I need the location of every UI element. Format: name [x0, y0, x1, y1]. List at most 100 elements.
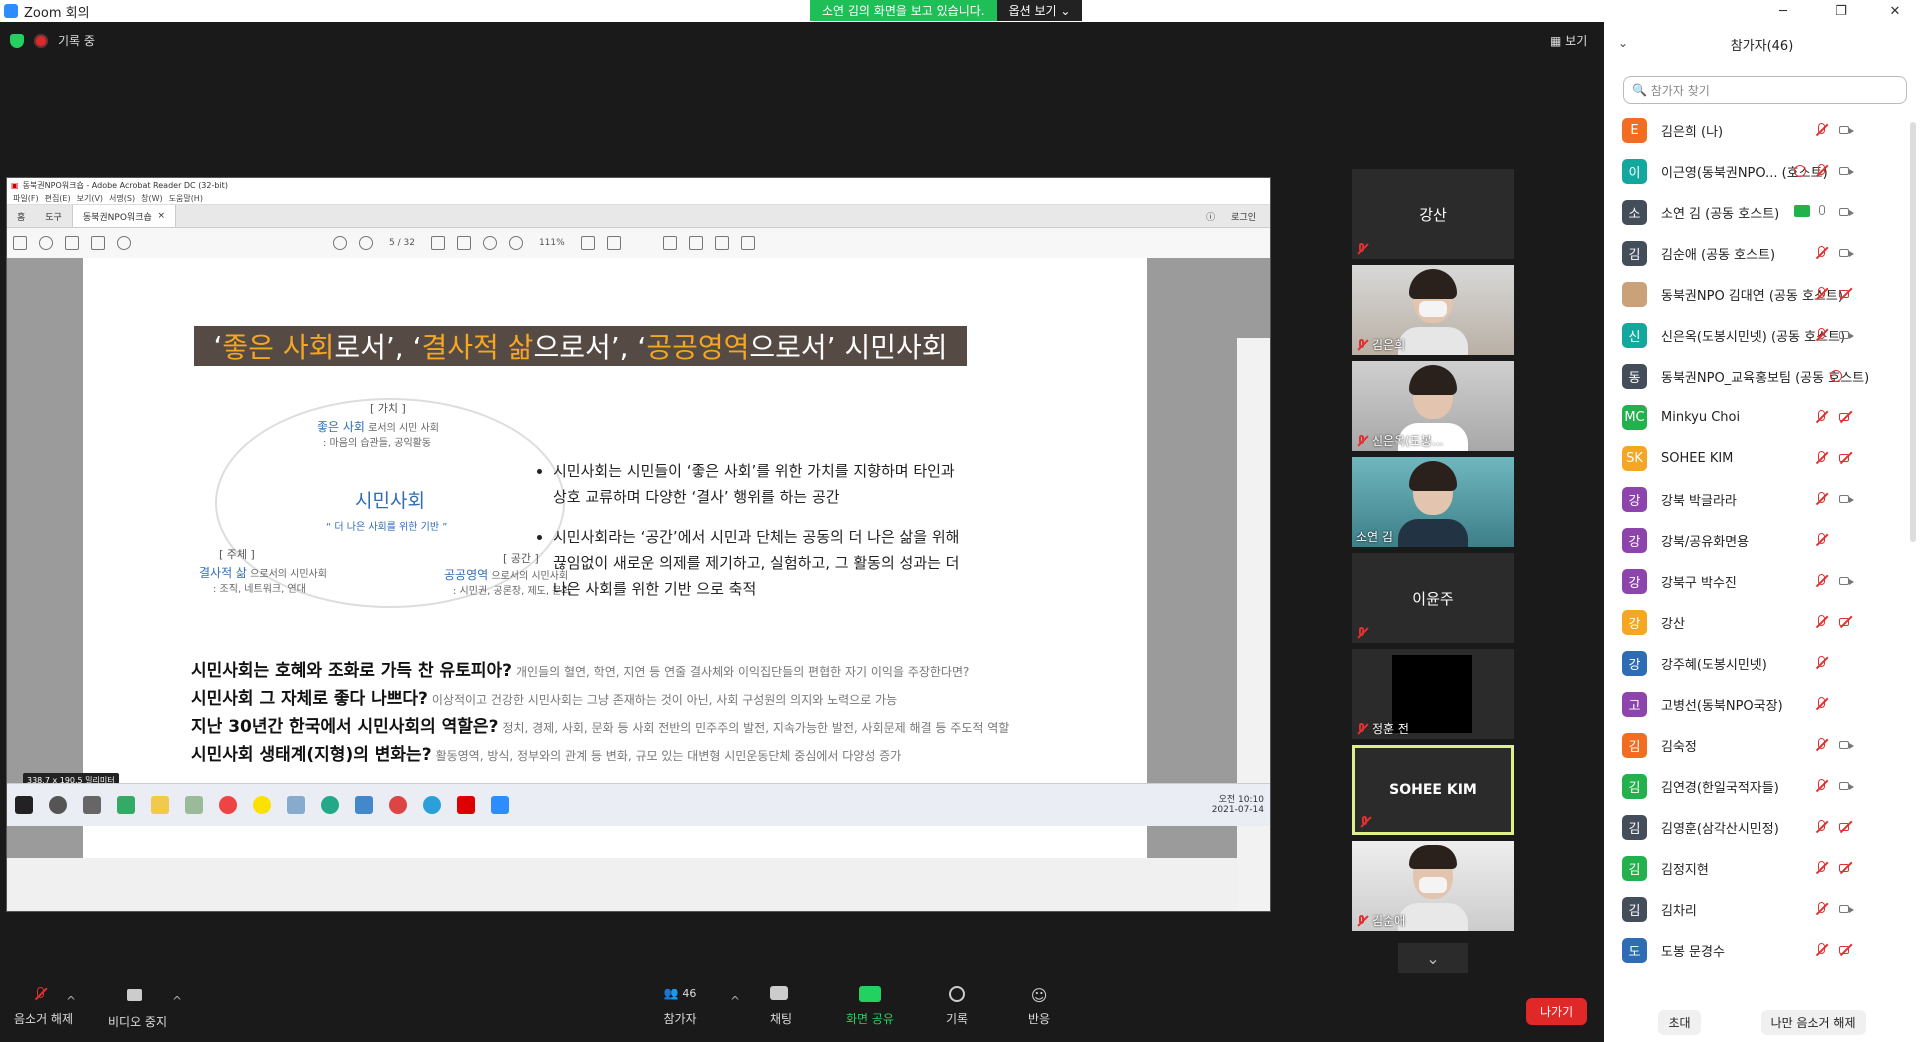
video-options-caret[interactable]: ^	[172, 994, 182, 1008]
video-off-icon[interactable]	[1838, 286, 1854, 302]
video-tile[interactable]: 강산	[1352, 169, 1514, 259]
page-up-icon[interactable]	[333, 236, 347, 250]
participant-row[interactable]: 김 김정지현	[1604, 848, 1920, 889]
participant-row[interactable]: 소 소연 김 (공동 호스트)	[1604, 192, 1920, 233]
acrobat-icon[interactable]	[457, 796, 475, 814]
muted-mic-icon[interactable]	[1814, 819, 1830, 835]
tab-document[interactable]: 동북권NPO워크숍 ×	[71, 205, 177, 227]
muted-mic-icon[interactable]	[1814, 696, 1830, 712]
video-tile[interactable]: 신은옥(도봉...	[1352, 361, 1514, 451]
video-tile[interactable]: 김순애	[1352, 841, 1514, 931]
windows-start-icon[interactable]	[15, 796, 33, 814]
maximize-button[interactable]: ❐	[1818, 0, 1864, 22]
muted-mic-icon[interactable]	[1814, 737, 1830, 753]
mail-icon[interactable]	[91, 236, 105, 250]
participant-row[interactable]: 신 신은옥(도봉시민넷) (공동 호스트)	[1604, 315, 1920, 356]
chat-button[interactable]: 채팅	[770, 986, 792, 1027]
fit-page-icon[interactable]	[580, 236, 595, 250]
tab-home[interactable]: 홈	[7, 205, 35, 227]
video-icon[interactable]	[1838, 901, 1854, 917]
participant-row[interactable]: 김 김순애 (공동 호스트)	[1604, 233, 1920, 274]
participant-row[interactable]: 김 김차리	[1604, 889, 1920, 930]
participant-row[interactable]: 김 김숙정	[1604, 725, 1920, 766]
muted-mic-icon[interactable]	[1814, 655, 1830, 671]
muted-mic-icon[interactable]	[1814, 614, 1830, 630]
participant-row[interactable]: 동 동북권NPO_교육홍보팀 (공동 호스트)	[1604, 356, 1920, 397]
menu-view[interactable]: 보기(V)	[77, 193, 103, 204]
muted-mic-icon[interactable]	[1814, 286, 1830, 302]
participant-row[interactable]: 강 강산	[1604, 602, 1920, 643]
save-icon[interactable]	[13, 236, 27, 250]
login-button[interactable]: 로그인	[1231, 210, 1256, 223]
zoom-taskbar-icon[interactable]	[491, 796, 509, 814]
video-tile[interactable]: 소연 김	[1352, 457, 1514, 547]
unmute-me-button[interactable]: 나만 음소거 해제	[1760, 1009, 1866, 1035]
hand-icon[interactable]	[456, 236, 471, 250]
telegram-icon[interactable]	[423, 796, 441, 814]
folder-icon[interactable]	[151, 796, 169, 814]
muted-mic-icon[interactable]	[1814, 778, 1830, 794]
participants-caret[interactable]: ^	[730, 994, 740, 1008]
menu-help[interactable]: 도움말(H)	[169, 193, 203, 204]
task-view-icon[interactable]	[83, 796, 101, 814]
muted-mic-icon[interactable]	[1814, 573, 1830, 589]
participant-row[interactable]: 강 강북 박글라라	[1604, 479, 1920, 520]
video-icon[interactable]	[1838, 491, 1854, 507]
participant-row[interactable]: 도 도봉 문경수	[1604, 930, 1920, 971]
search-icon[interactable]	[117, 236, 131, 250]
muted-mic-icon[interactable]	[1814, 409, 1830, 425]
active-speaker-tile[interactable]: SOHEE KIM	[1352, 745, 1514, 835]
video-icon[interactable]	[1838, 573, 1854, 589]
video-off-icon[interactable]	[1838, 614, 1854, 630]
share-screen-button[interactable]: 화면 공유	[846, 986, 894, 1027]
record-button[interactable]: 기록	[946, 986, 968, 1027]
participant-row[interactable]: 동북권NPO 김대연 (공동 호스트)	[1604, 274, 1920, 315]
gallery-scroll-down[interactable]: ⌄	[1398, 943, 1468, 973]
leave-button[interactable]: 나가기	[1526, 998, 1588, 1025]
participant-row[interactable]: E 김은희 (나)	[1604, 110, 1920, 151]
view-button[interactable]: ▦ 보기	[1550, 32, 1587, 49]
video-icon[interactable]	[1838, 737, 1854, 753]
pen-icon[interactable]	[688, 236, 703, 250]
zoom-level[interactable]: 111%	[539, 238, 565, 248]
minimize-button[interactable]: ─	[1760, 0, 1806, 22]
video-icon[interactable]	[1838, 204, 1854, 220]
participant-row[interactable]: 김 김영훈(삼각산시민정)	[1604, 807, 1920, 848]
video-off-icon[interactable]	[1838, 819, 1854, 835]
edge-icon[interactable]	[321, 796, 339, 814]
star-icon[interactable]	[39, 236, 53, 250]
muted-mic-icon[interactable]	[1814, 532, 1830, 548]
taskbar-search-icon[interactable]	[49, 796, 67, 814]
taskbar-app-icon[interactable]	[355, 796, 373, 814]
highlight-icon[interactable]	[606, 236, 621, 250]
taskbar-app-icon[interactable]	[287, 796, 305, 814]
menu-file[interactable]: 파일(F)	[13, 193, 39, 204]
video-off-icon[interactable]	[1838, 942, 1854, 958]
comment-icon[interactable]	[662, 236, 677, 250]
participant-row[interactable]: 강 강북/공유화면용	[1604, 520, 1920, 561]
participant-row[interactable]: SK SOHEE KIM	[1604, 438, 1920, 479]
participant-row[interactable]: 고 고병선(동북NPO국장)	[1604, 684, 1920, 725]
muted-mic-icon[interactable]	[1814, 327, 1830, 343]
video-off-icon[interactable]	[1838, 450, 1854, 466]
chrome-icon[interactable]	[219, 796, 237, 814]
mic-icon[interactable]	[1814, 204, 1830, 220]
participant-row[interactable]: 강 강북구 박수진	[1604, 561, 1920, 602]
muted-mic-icon[interactable]	[1814, 122, 1830, 138]
participant-row[interactable]: 이 이근영(동북권NPO... (호스트)	[1604, 151, 1920, 192]
muted-mic-icon[interactable]	[1814, 491, 1830, 507]
video-tile[interactable]: 김은희	[1352, 265, 1514, 355]
kakaotalk-icon[interactable]	[253, 796, 271, 814]
menu-window[interactable]: 창(W)	[141, 193, 163, 204]
video-icon[interactable]	[1838, 778, 1854, 794]
chrome-icon[interactable]	[389, 796, 407, 814]
muted-mic-icon[interactable]	[1814, 901, 1830, 917]
reactions-button[interactable]: ☺ 반응	[1028, 986, 1050, 1027]
participant-search-input[interactable]: 🔍 참가자 찾기	[1623, 76, 1907, 104]
menu-edit[interactable]: 편집(E)	[45, 193, 71, 204]
close-button[interactable]: ✕	[1872, 0, 1918, 22]
print-icon[interactable]	[65, 236, 79, 250]
muted-mic-icon[interactable]	[1814, 942, 1830, 958]
video-tile[interactable]: 정훈 전	[1352, 649, 1514, 739]
tab-tools[interactable]: 도구	[35, 205, 72, 227]
